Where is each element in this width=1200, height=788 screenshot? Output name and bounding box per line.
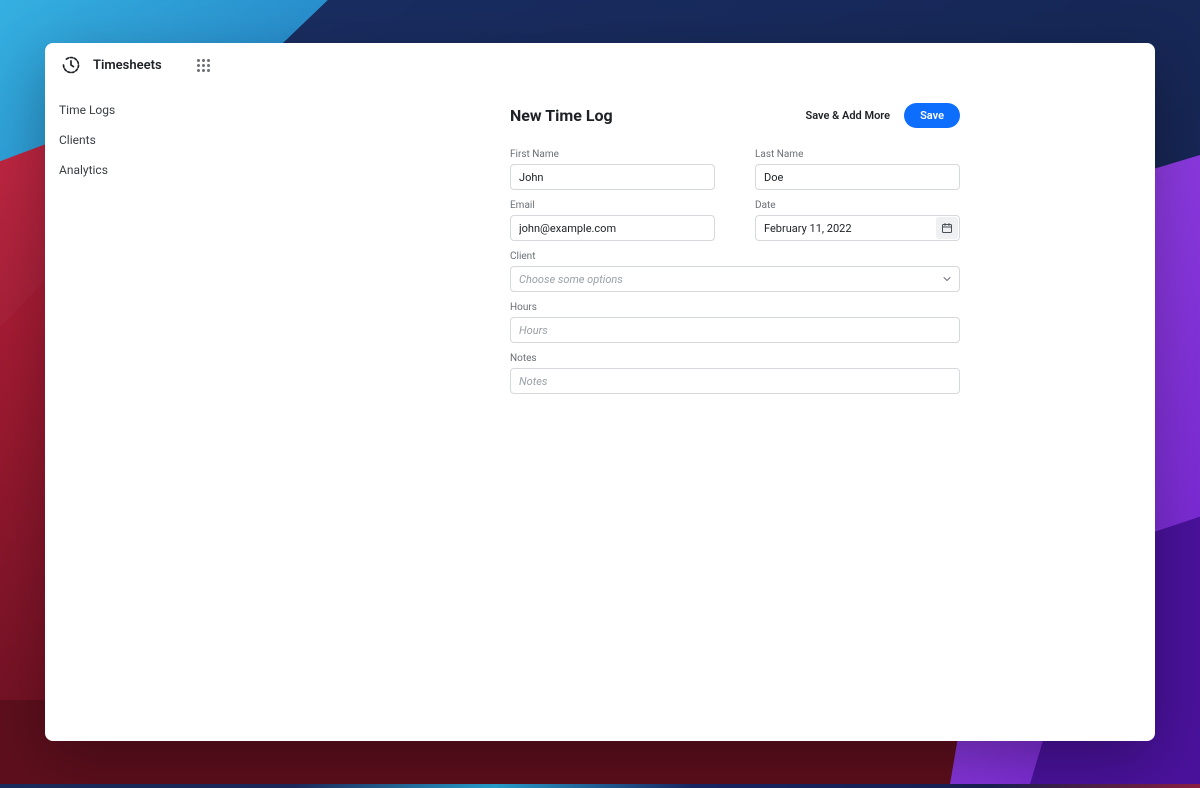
hours-field-group: Hours [510, 302, 960, 343]
email-field-group: Email [510, 200, 715, 241]
app-header: Timesheets [45, 43, 1155, 87]
form-header: New Time Log Save & Add More Save [510, 95, 960, 135]
first-name-field-group: First Name [510, 149, 715, 190]
notes-field-group: Notes [510, 353, 960, 394]
first-name-input[interactable] [510, 164, 715, 190]
form-container: New Time Log Save & Add More Save First … [510, 95, 960, 733]
client-select[interactable] [510, 266, 960, 292]
last-name-label: Last Name [755, 149, 960, 160]
save-button[interactable]: Save [904, 103, 960, 128]
date-label: Date [755, 200, 960, 211]
email-label: Email [510, 200, 715, 211]
app-body: Time Logs Clients Analytics New Time Log… [45, 87, 1155, 741]
save-add-more-button[interactable]: Save & Add More [805, 109, 890, 122]
sidebar-item-analytics[interactable]: Analytics [45, 155, 215, 185]
main-content: New Time Log Save & Add More Save First … [215, 87, 1155, 741]
form-grid: First Name Last Name Email Date [510, 149, 960, 394]
app-window: Timesheets Time Logs Clients Analytics N… [45, 43, 1155, 741]
last-name-input[interactable] [755, 164, 960, 190]
page-title: New Time Log [510, 106, 613, 125]
hours-label: Hours [510, 302, 960, 313]
email-input[interactable] [510, 215, 715, 241]
notes-label: Notes [510, 353, 960, 364]
notes-input[interactable] [510, 368, 960, 394]
apps-grid-icon[interactable] [192, 53, 216, 77]
header-actions: Save & Add More Save [805, 103, 960, 128]
sidebar-item-time-logs[interactable]: Time Logs [45, 95, 215, 125]
first-name-label: First Name [510, 149, 715, 160]
date-field-group: Date [755, 200, 960, 241]
app-title: Timesheets [93, 58, 162, 73]
date-input[interactable] [755, 215, 960, 241]
clock-history-icon [59, 53, 83, 77]
sidebar: Time Logs Clients Analytics [45, 87, 215, 741]
client-field-group: Client [510, 251, 960, 292]
sidebar-item-clients[interactable]: Clients [45, 125, 215, 155]
calendar-icon[interactable] [936, 217, 958, 239]
last-name-field-group: Last Name [755, 149, 960, 190]
hours-input[interactable] [510, 317, 960, 343]
client-label: Client [510, 251, 960, 262]
